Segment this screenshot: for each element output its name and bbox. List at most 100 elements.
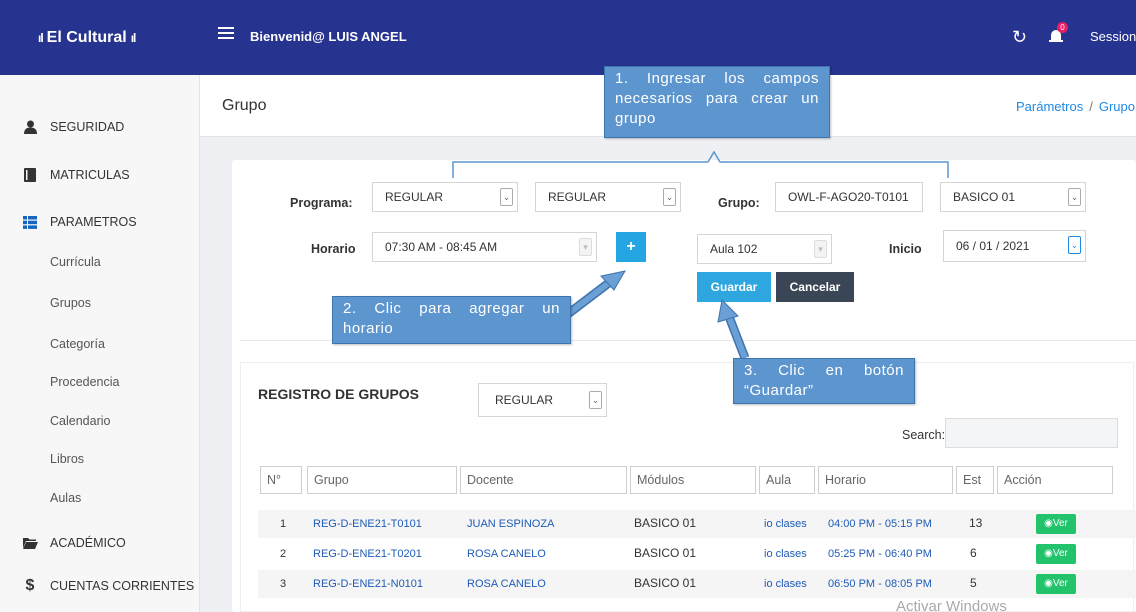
row-horario-link[interactable]: 05:25 PM - 06:40 PM xyxy=(828,548,932,560)
row-est: 13 xyxy=(969,516,983,530)
registro-title: REGISTRO DE GRUPOS xyxy=(258,386,420,402)
bell-icon[interactable]: 0 xyxy=(1049,22,1068,44)
brand-logo[interactable]: ıl El Cultural ıl xyxy=(0,0,200,75)
callout-step-3: 3. Clic en botón “Guardar” xyxy=(733,358,915,404)
programa-modalidad-value: REGULAR xyxy=(548,190,607,204)
callout-step-1: 1. Ingresar los campos necesarios para c… xyxy=(604,66,830,138)
dollar-icon: $ xyxy=(25,577,35,594)
menu-toggle-icon[interactable] xyxy=(218,27,234,41)
view-button-label: Ver xyxy=(1052,548,1068,559)
row-aula-link[interactable]: io clases xyxy=(764,518,807,530)
row-docente-link[interactable]: ROSA CANELO xyxy=(467,548,546,560)
row-horario-link[interactable]: 04:00 PM - 05:15 PM xyxy=(828,518,932,530)
column-header-aula[interactable]: Aula xyxy=(759,466,815,494)
row-aula-link[interactable]: io clases xyxy=(764,578,807,590)
inicio-label: Inicio xyxy=(889,242,922,256)
breadcrumb-parametros[interactable]: Parámetros xyxy=(1016,99,1083,114)
aula-select[interactable]: Aula 102 ▾ xyxy=(697,234,832,264)
view-button[interactable]: ◉Ver xyxy=(1036,514,1076,534)
sidebar-subitem-categoria[interactable]: Categoría xyxy=(50,337,105,351)
callout-step-2: 2. Clic para agregar un horario xyxy=(332,296,571,344)
list-icon xyxy=(22,215,38,229)
user-icon xyxy=(22,120,38,134)
sidebar-subitem-procedencia[interactable]: Procedencia xyxy=(50,375,120,389)
notification-badge: 0 xyxy=(1057,22,1068,33)
programa-modalidad-select[interactable]: REGULAR ⌄ xyxy=(535,182,681,212)
view-button[interactable]: ◉Ver xyxy=(1036,574,1076,594)
book-icon xyxy=(22,168,38,182)
breadcrumb-grupo: Grupo xyxy=(1098,99,1135,114)
row-number: 1 xyxy=(280,518,287,530)
sidebar-item-label: SEGURIDAD xyxy=(50,120,125,134)
sidebar-item-matriculas[interactable]: MATRICULAS xyxy=(0,159,200,191)
eye-icon: ◉ xyxy=(1044,578,1053,589)
sidebar-item-label: PARAMETROS xyxy=(50,215,137,229)
table-row: 3 REG-D-ENE21-N0101 ROSA CANELO BASICO 0… xyxy=(258,570,1136,598)
horario-select[interactable]: 07:30 AM - 08:45 AM ▾ xyxy=(372,232,597,262)
column-header-accion[interactable]: Acción xyxy=(997,466,1113,494)
column-header-modulos[interactable]: Módulos xyxy=(630,466,756,494)
sidebar-subitem-aulas[interactable]: Aulas xyxy=(50,491,81,505)
save-button[interactable]: Guardar xyxy=(697,272,771,302)
row-grupo-link[interactable]: REG-D-ENE21-T0201 xyxy=(313,548,422,560)
row-number: 2 xyxy=(280,548,287,560)
inicio-value: 06 / 01 / 2021 xyxy=(956,239,1030,253)
column-header-docente[interactable]: Docente xyxy=(460,466,627,494)
view-button-label: Ver xyxy=(1052,518,1068,529)
row-grupo-link[interactable]: REG-D-ENE21-T0101 xyxy=(313,518,422,530)
app-window: ıl El Cultural ıl Bienvenid@ LUIS ANGEL … xyxy=(0,0,1136,612)
sidebar-item-seguridad[interactable]: SEGURIDAD xyxy=(0,111,200,143)
top-bar: ıl El Cultural ıl Bienvenid@ LUIS ANGEL … xyxy=(0,0,1136,75)
sidebar-item-label: MATRICULAS xyxy=(50,168,130,182)
table-row: 2 REG-D-ENE21-T0201 ROSA CANELO BASICO 0… xyxy=(258,540,1136,568)
row-docente-link[interactable]: ROSA CANELO xyxy=(467,578,546,590)
row-docente-link[interactable]: JUAN ESPINOZA xyxy=(467,518,554,530)
sidebar-item-label: ACADÉMICO xyxy=(50,536,126,550)
add-horario-button[interactable]: + xyxy=(616,232,646,262)
bars-icon: ıl xyxy=(130,30,137,45)
sidebar-item-academico[interactable]: ACADÉMICO xyxy=(0,527,200,559)
column-header-grupo[interactable]: Grupo xyxy=(307,466,457,494)
welcome-text: Bienvenid@ LUIS ANGEL xyxy=(250,29,407,44)
column-header-horario[interactable]: Horario xyxy=(818,466,953,494)
column-header-n[interactable]: N° xyxy=(260,466,302,494)
row-modulo: BASICO 01 xyxy=(634,576,697,590)
search-input[interactable] xyxy=(945,418,1118,448)
registro-filter-value: REGULAR xyxy=(495,393,554,407)
page-title: Grupo xyxy=(222,97,267,114)
sidebar-subitem-grupos[interactable]: Grupos xyxy=(50,296,91,310)
column-header-est[interactable]: Est xyxy=(956,466,994,494)
sidebar-item-parametros[interactable]: PARAMETROS xyxy=(0,206,200,238)
chevron-down-icon: ⌄ xyxy=(589,391,602,409)
row-grupo-link[interactable]: REG-D-ENE21-N0101 xyxy=(313,578,423,590)
brand-name: El Cultural xyxy=(46,28,127,46)
row-est: 6 xyxy=(970,546,977,560)
cancel-button[interactable]: Cancelar xyxy=(776,272,854,302)
refresh-icon[interactable]: ↻ xyxy=(1012,27,1027,48)
row-est: 5 xyxy=(970,576,977,590)
sidebar-subitem-calendario[interactable]: Calendario xyxy=(50,414,110,428)
inicio-date-field[interactable]: 06 / 01 / 2021 ⌄ xyxy=(943,230,1086,262)
programa-select[interactable]: REGULAR ⌄ xyxy=(372,182,518,212)
chevron-down-icon: ▾ xyxy=(814,240,827,258)
row-aula-link[interactable]: io clases xyxy=(764,548,807,560)
view-button[interactable]: ◉Ver xyxy=(1036,544,1076,564)
programa-label: Programa: xyxy=(290,196,353,210)
grupo-code-field[interactable]: OWL-F-AGO20-T0101 xyxy=(775,182,923,212)
chevron-down-icon: ⌄ xyxy=(1068,236,1081,254)
horario-label: Horario xyxy=(311,242,356,256)
row-modulo: BASICO 01 xyxy=(634,546,697,560)
folder-icon xyxy=(22,537,38,549)
session-menu[interactable]: Session xyxy=(1090,29,1136,44)
bars-icon: ıl xyxy=(38,30,44,45)
row-horario-link[interactable]: 06:50 PM - 08:05 PM xyxy=(828,578,932,590)
sidebar-subitem-libros[interactable]: Libros xyxy=(50,452,84,466)
chevron-down-icon: ⌄ xyxy=(663,188,676,206)
sidebar-item-cuentas-corrientes[interactable]: $ CUENTAS CORRIENTES xyxy=(0,570,200,602)
registro-filter-select[interactable]: REGULAR ⌄ xyxy=(478,383,607,417)
sidebar-subitem-curricula[interactable]: Currícula xyxy=(50,255,101,269)
grupo-code-value: OWL-F-AGO20-T0101 xyxy=(788,190,909,204)
sidebar: SEGURIDAD MATRICULAS PARAMETROS Currícul… xyxy=(0,75,200,612)
grupo-level-select[interactable]: BASICO 01 ⌄ xyxy=(940,182,1086,212)
chevron-down-icon: ⌄ xyxy=(1068,188,1081,206)
